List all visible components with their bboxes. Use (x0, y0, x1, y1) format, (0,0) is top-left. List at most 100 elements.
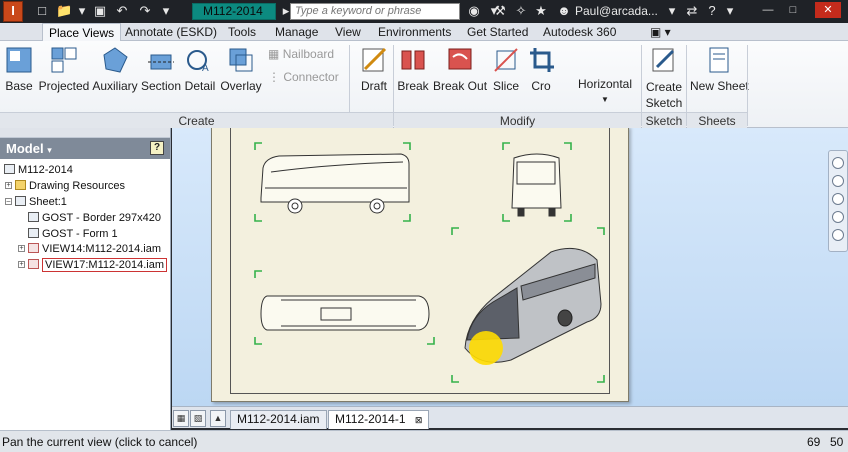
draft-button[interactable]: Draft (356, 45, 392, 94)
close-tab-icon[interactable]: ⊠ (415, 415, 423, 425)
break-out-button[interactable]: Break Out (433, 45, 487, 94)
title-block-icon (28, 228, 39, 238)
auxiliary-view-icon (103, 47, 128, 73)
tree-item-drawing-resources[interactable]: Drawing Resources (15, 179, 125, 193)
tab-annotate-eskd[interactable]: Annotate (ESKD) (119, 23, 223, 41)
maximize-icon[interactable]: □ (784, 2, 802, 18)
document-title: M112-2014 (192, 3, 276, 20)
tree-item-sheet[interactable]: Sheet:1 (15, 195, 67, 209)
folder-icon (15, 180, 26, 190)
create-sketch-icon (652, 48, 675, 72)
tree-item-view17[interactable]: VIEW17:M112-2014.iam (28, 258, 168, 272)
crop-icon (530, 48, 554, 72)
tree-item-title-block[interactable]: GOST - Form 1 (28, 227, 118, 241)
break-button[interactable]: Break (397, 45, 429, 94)
projected-button[interactable]: Projected (38, 45, 90, 94)
new-sheet-button[interactable]: New Sheet (690, 45, 749, 94)
detail-view-icon: A (187, 50, 209, 74)
zoom-all-icon[interactable] (832, 229, 844, 241)
tile-view-icon[interactable]: ▦ (173, 410, 189, 427)
tab-get-started[interactable]: Get Started (461, 23, 534, 41)
dropdown-icon[interactable]: ▾ (158, 3, 174, 19)
detail-button[interactable]: A Detail (183, 45, 217, 94)
nailboard-icon: ▦ (268, 47, 280, 61)
projected-view-icon (51, 47, 77, 73)
undo-icon[interactable]: ↶ (114, 3, 130, 19)
exchange-icon[interactable]: ⇄ (684, 3, 700, 19)
tree-item-border[interactable]: GOST - Border 297x420 (28, 211, 161, 225)
expand-icon[interactable]: + (18, 261, 25, 268)
nailboard-button[interactable]: ▦ Nailboard (268, 46, 334, 62)
tab-list-icon[interactable]: ▲ (210, 410, 226, 427)
tab-place-views[interactable]: Place Views (42, 23, 122, 41)
collapse-icon[interactable]: – (5, 198, 12, 205)
redo-icon[interactable]: ↷ (137, 3, 153, 19)
open-icon[interactable]: 📁 (56, 3, 72, 19)
search-input[interactable]: Type a keyword or phrase (290, 3, 460, 20)
minimize-icon[interactable]: — (759, 2, 777, 18)
save-icon[interactable]: ▣ (92, 3, 108, 19)
tab-tools[interactable]: Tools (222, 23, 262, 41)
horizontal-dropdown[interactable]: Horizontal ▼ (574, 77, 636, 107)
navigation-bar[interactable] (828, 150, 848, 252)
steering-wheel-icon[interactable] (832, 157, 844, 169)
sketch-panel-label: Sketch (642, 112, 686, 128)
svg-text:A: A (202, 63, 209, 74)
user-dropdown-icon[interactable]: ▾ (664, 3, 680, 19)
status-count-1: 69 (807, 435, 821, 449)
doc-tab-assembly[interactable]: M112-2014.iam (230, 410, 327, 429)
view-icon (28, 243, 39, 253)
tab-view[interactable]: View (329, 23, 367, 41)
bus-side-view (260, 153, 410, 214)
browser-header[interactable]: Model ▾ ? (0, 138, 170, 159)
binoculars-icon[interactable]: ◉ (466, 3, 482, 19)
create-sketch-button[interactable]: Create Sketch (645, 45, 683, 111)
zoom-window-icon[interactable] (832, 211, 844, 223)
ribbon-options-icon[interactable]: ▣ ▾ (644, 23, 677, 41)
expand-icon[interactable]: + (18, 245, 25, 252)
sheets-panel-label: Sheets (687, 112, 747, 128)
cascade-view-icon[interactable]: ▧ (190, 410, 206, 427)
tools-icon[interactable]: ✧ (513, 3, 529, 19)
connector-button[interactable]: ⋮ Connector (268, 69, 339, 85)
expand-icon[interactable]: + (5, 182, 12, 189)
drawing-views[interactable] (231, 128, 611, 395)
close-icon[interactable]: ✕ (815, 2, 841, 18)
help-dropdown-icon[interactable]: ▾ (722, 3, 738, 19)
new-icon[interactable]: □ (34, 3, 50, 19)
status-count-2: 50 (830, 435, 844, 449)
section-button[interactable]: Section (140, 45, 182, 94)
zoom-icon[interactable] (832, 193, 844, 205)
break-icon (401, 50, 425, 70)
tab-manage[interactable]: Manage (269, 23, 324, 41)
modify-panel-label: Modify (394, 112, 641, 128)
tree-item-root[interactable]: M112-2014 (4, 163, 73, 177)
base-button[interactable]: Base (2, 45, 36, 94)
section-view-icon (148, 54, 174, 70)
star-icon[interactable]: ★ (533, 3, 549, 19)
help-icon[interactable]: ? (704, 3, 720, 19)
app-logo[interactable]: I (3, 1, 23, 22)
open-dropdown-icon[interactable]: ▾ (74, 3, 90, 19)
crop-button[interactable]: Cro (527, 45, 555, 94)
doc-tab-drawing[interactable]: M112-2014-1 ⊠ (328, 410, 430, 429)
user-icon[interactable]: ☻ (556, 3, 572, 19)
wrench-icon[interactable]: ⚒ (492, 3, 508, 19)
overlay-button[interactable]: Overlay (219, 45, 263, 94)
border-icon (28, 212, 39, 222)
panel-separator (747, 45, 748, 126)
pan-icon[interactable] (832, 175, 844, 187)
drawing-sheet[interactable] (211, 128, 629, 402)
document-tabs-bar: ▦ ▧ ▲ M112-2014.iam M112-2014-1 ⊠ (172, 406, 848, 429)
auxiliary-button[interactable]: Auxiliary (92, 45, 138, 94)
help-icon[interactable]: ? (150, 141, 164, 155)
tab-autodesk-360[interactable]: Autodesk 360 (537, 23, 622, 41)
ribbon: Base Projected Auxiliary Section A Detai… (0, 41, 848, 128)
user-name[interactable]: Paul@arcada... (575, 3, 658, 19)
tab-environments[interactable]: Environments (372, 23, 457, 41)
slice-button[interactable]: Slice (491, 45, 521, 94)
tree-item-view14[interactable]: VIEW14:M112-2014.iam (28, 242, 161, 256)
new-sheet-icon (709, 47, 729, 73)
status-message: Pan the current view (click to cancel) (2, 435, 198, 449)
graphics-canvas[interactable] (172, 128, 848, 406)
